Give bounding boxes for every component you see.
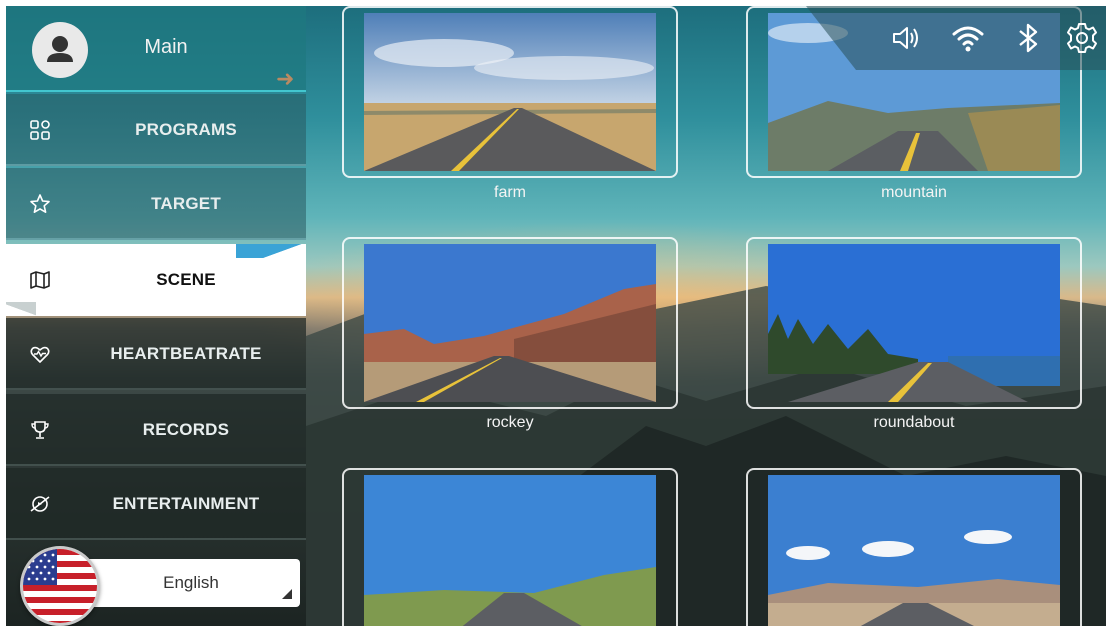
scene-thumbnail-farm <box>364 13 656 171</box>
active-tab-indicator <box>236 244 306 258</box>
scene-label-farm: farm <box>494 184 526 201</box>
nav-label-entertainment: ENTERTAINMENT <box>112 494 260 513</box>
sidebar: Main ➜ PROGRAMS TARGET SCENE HEARTBEATRA… <box>6 6 306 626</box>
scene-thumbnail-roundabout <box>768 244 1060 402</box>
nav-item-target[interactable]: TARGET <box>6 168 306 240</box>
app-screen: Main ➜ PROGRAMS TARGET SCENE HEARTBEATRA… <box>6 6 1106 626</box>
scene-label-roundabout: roundabout <box>873 414 955 431</box>
dropdown-caret-icon <box>282 589 292 599</box>
star-icon <box>30 194 50 213</box>
scene-thumbnail-5 <box>364 475 656 626</box>
scene-card-rockey[interactable] <box>342 237 678 409</box>
nav-item-heartbeatrate[interactable]: HEARTBEATRATE <box>6 318 306 390</box>
scene-thumbnail-6 <box>768 475 1060 626</box>
volume-icon[interactable] <box>888 20 924 56</box>
grid-icon <box>30 120 50 140</box>
scene-card-farm[interactable] <box>342 6 678 178</box>
nav-item-entertainment[interactable]: ENTERTAINMENT <box>6 468 306 540</box>
language-selected-value: English <box>163 573 219 592</box>
language-select[interactable]: English <box>72 559 300 607</box>
bluetooth-icon[interactable] <box>1010 20 1046 56</box>
nav-label-records: RECORDS <box>142 420 230 439</box>
scene-card-5[interactable] <box>342 468 678 626</box>
active-tab-foot <box>6 302 36 318</box>
person-icon[interactable] <box>32 22 88 78</box>
entertainment-icon <box>30 496 50 512</box>
settings-gear-icon[interactable] <box>1064 20 1100 56</box>
nav-label-scene: SCENE <box>156 270 216 289</box>
map-icon <box>30 271 50 289</box>
heart-icon <box>30 346 50 363</box>
us-flag-icon[interactable] <box>20 546 100 626</box>
nav-label-programs: PROGRAMS <box>135 120 237 139</box>
nav-item-records[interactable]: RECORDS <box>6 394 306 466</box>
nav-label-heartbeatrate: HEARTBEATRATE <box>110 344 262 363</box>
nav-label-target: TARGET <box>151 194 221 213</box>
wifi-icon[interactable] <box>950 20 986 56</box>
scene-card-roundabout[interactable] <box>746 237 1082 409</box>
arrow-right-icon[interactable]: ➜ <box>276 66 294 92</box>
scene-thumbnail-rockey <box>364 244 656 402</box>
scene-card-6[interactable] <box>746 468 1082 626</box>
scene-label-mountain: mountain <box>881 184 947 201</box>
trophy-icon <box>31 421 49 439</box>
scene-label-rockey: rockey <box>486 414 534 431</box>
user-name: Main <box>144 36 188 58</box>
user-profile-row[interactable]: Main ➜ <box>6 6 306 92</box>
nav-item-programs[interactable]: PROGRAMS <box>6 94 306 166</box>
